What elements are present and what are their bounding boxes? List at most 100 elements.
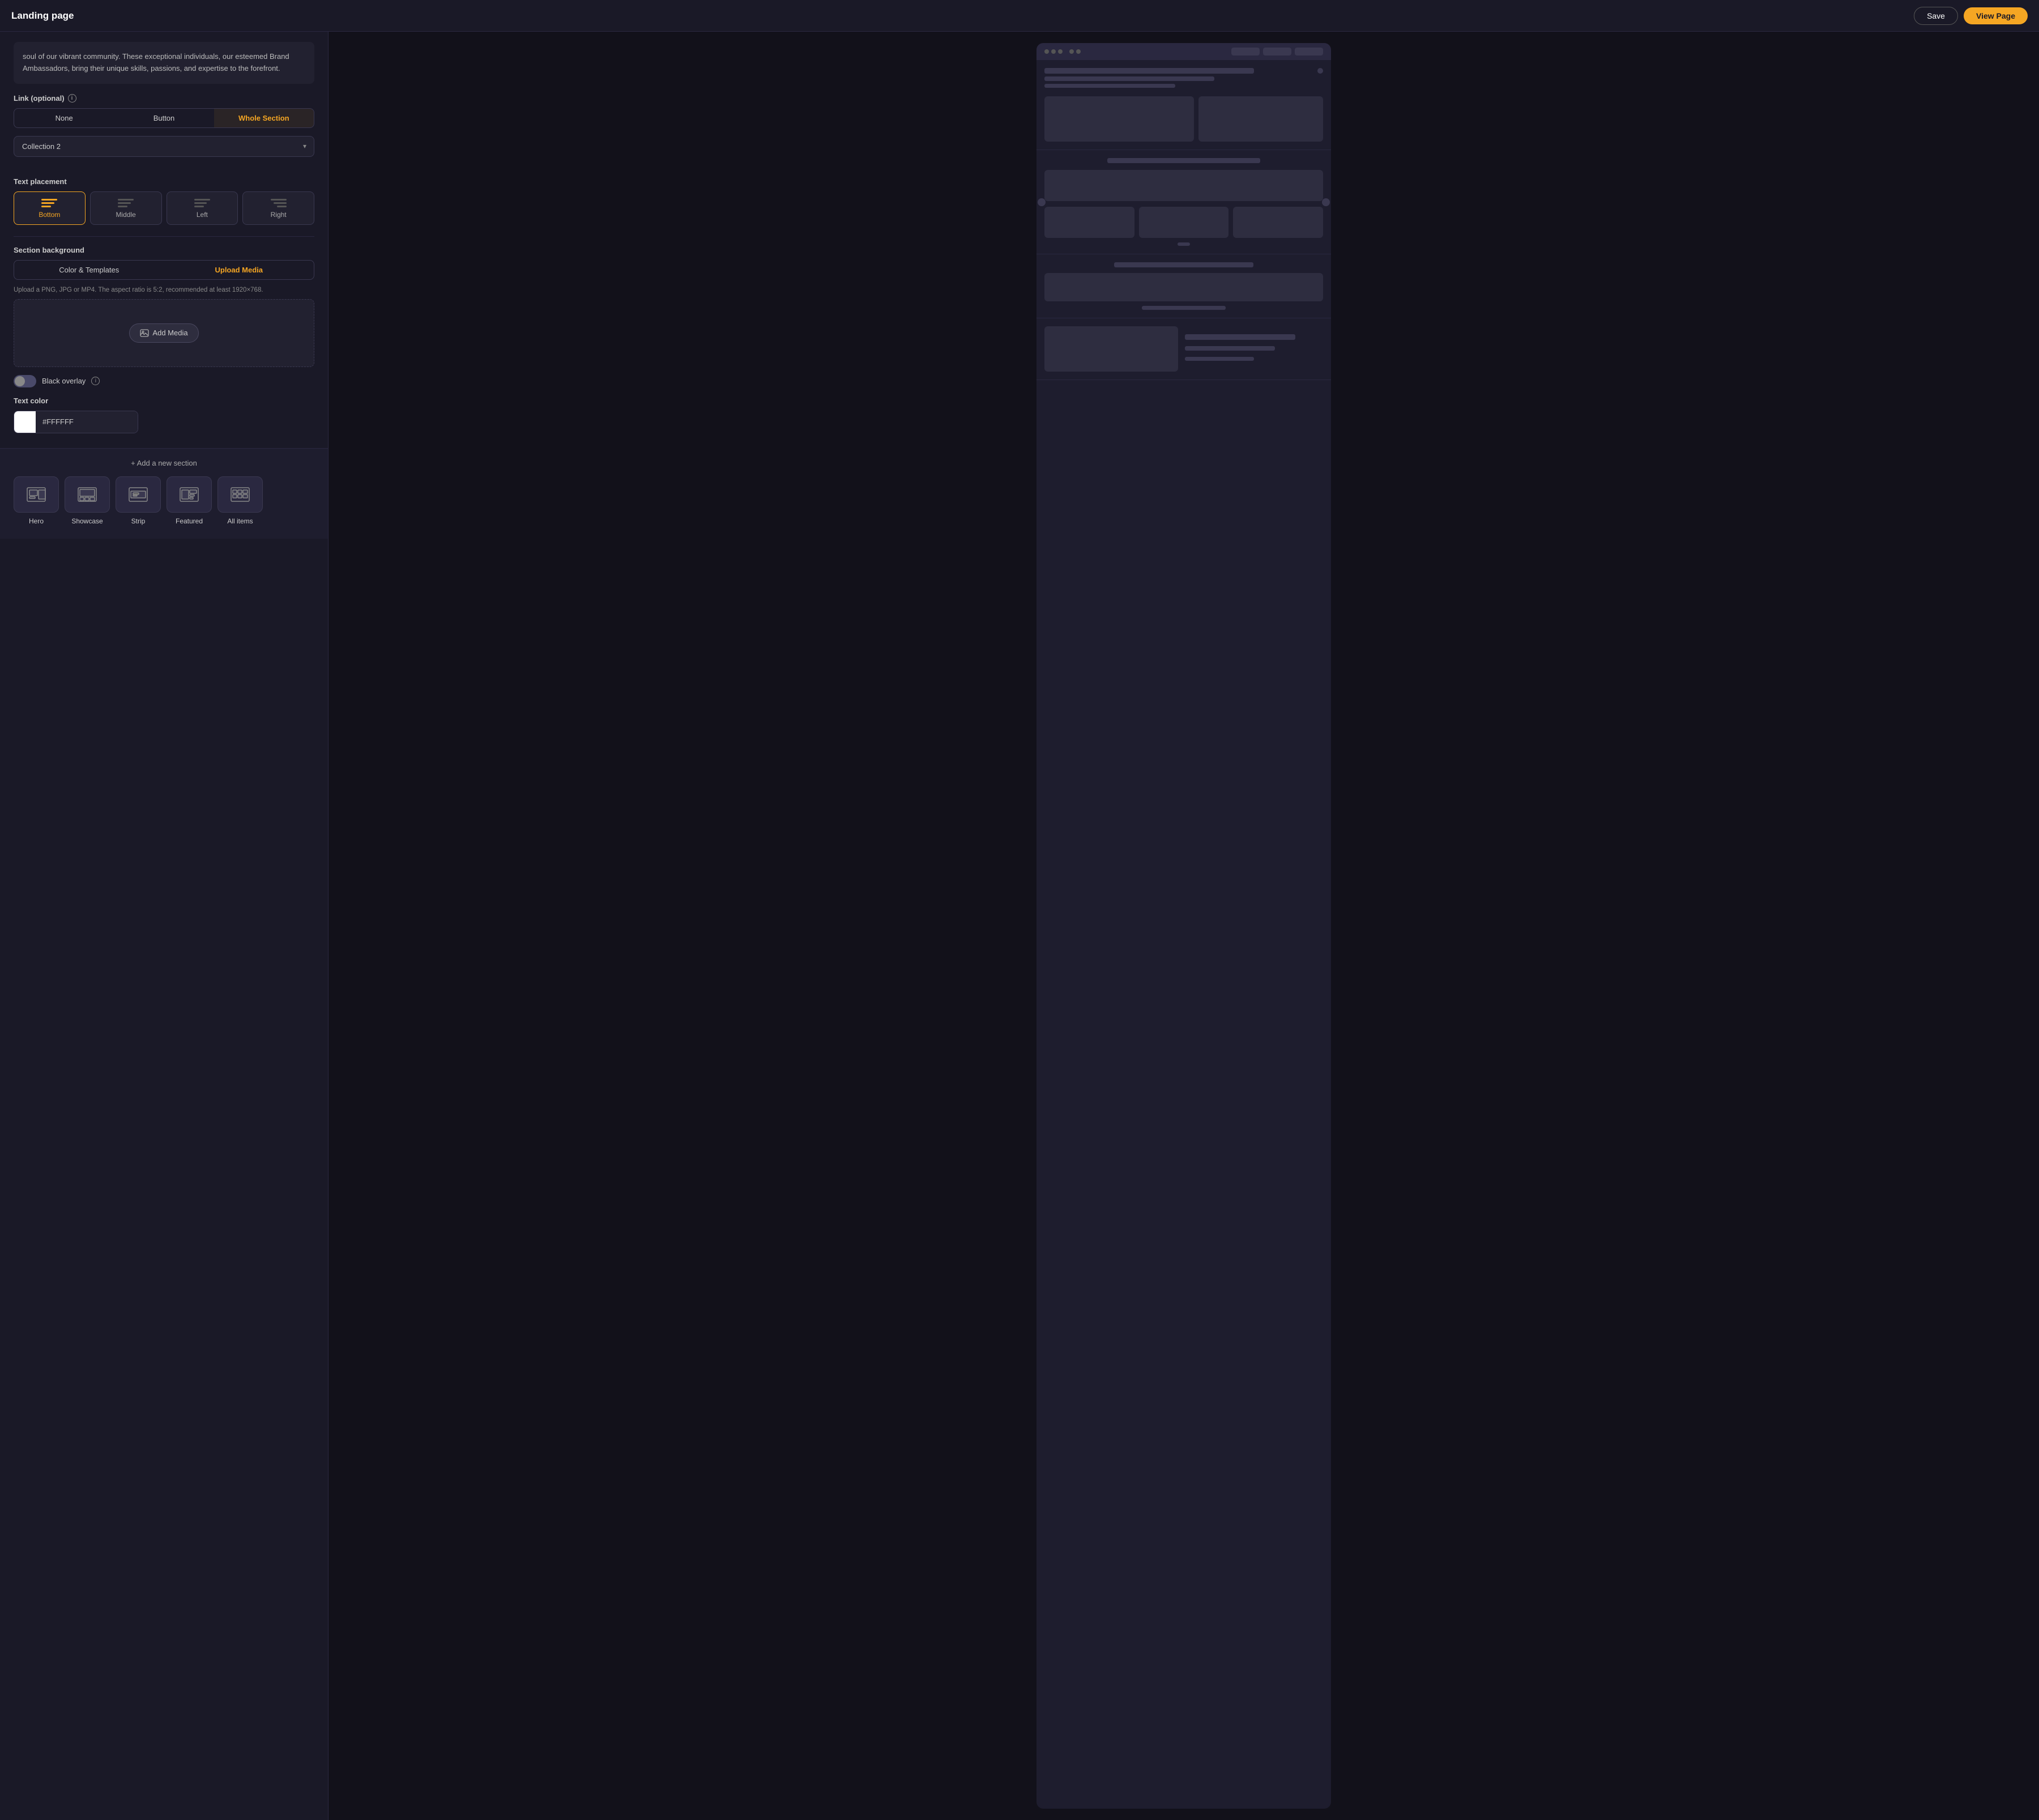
section-bg-label: Section background [14,246,314,254]
right-panel [329,32,2039,1820]
section-type-all-items[interactable]: All items [217,476,263,525]
all-items-label: All items [227,517,253,525]
link-section: Link (optional) i None Button Whole Sect… [0,94,328,177]
browser-dots [1044,49,1081,54]
collection-header-row [1044,68,1323,91]
all-items-icon-box [217,476,263,513]
single-title-line [1114,262,1253,267]
collection-dropdown-wrapper: Collection 1 Collection 2 Collection 3 ▾ [14,136,314,157]
black-overlay-toggle[interactable] [14,375,36,387]
preview-collection-section [1036,60,1331,150]
featured-title-line [1185,334,1295,340]
section-type-showcase[interactable]: Showcase [65,476,110,525]
preview-single-section [1036,254,1331,318]
browser-nav-btn-3 [1295,48,1323,56]
dot-1 [1044,49,1049,54]
link-label: Link (optional) i [14,94,314,103]
carousel-thumbnails [1044,207,1323,238]
main-layout: soul of our vibrant community. These exc… [0,32,2039,1820]
link-info-icon[interactable]: i [68,94,76,103]
image-icon [140,329,149,338]
collection-text-block [1044,68,1306,91]
dot-2 [1051,49,1056,54]
carousel-indicator-dots [1044,242,1323,246]
hero-label: Hero [29,517,44,525]
black-overlay-row: Black overlay i [14,375,314,387]
view-page-button[interactable]: View Page [1964,7,2028,24]
featured-detail-line [1185,357,1254,361]
section-bg-toggle: Color & Templates Upload Media [14,260,314,280]
carousel-thumb-3 [1233,207,1323,238]
placement-bottom[interactable]: Bottom [14,191,86,225]
link-toggle-group: None Button Whole Section [14,108,314,128]
bg-upload-media[interactable]: Upload Media [164,261,314,279]
carousel-next-button[interactable] [1322,198,1330,206]
dot-4 [1069,49,1074,54]
save-button[interactable]: Save [1914,7,1958,25]
color-swatch[interactable] [14,411,36,433]
collection-image-2 [1198,96,1323,142]
single-subtitle-line [1142,306,1226,310]
section-type-strip[interactable]: Strip [116,476,161,525]
all-items-icon [229,485,251,504]
add-section-container: + Add a new section Hero [0,448,328,539]
section-type-hero[interactable]: Hero [14,476,59,525]
preview-carousel-section [1036,150,1331,254]
link-option-whole-section[interactable]: Whole Section [214,109,314,127]
placement-right[interactable]: Right [242,191,314,225]
section-type-featured[interactable]: Featured [167,476,212,525]
placement-grid: Bottom Middle Left [14,191,314,225]
text-preview: soul of our vibrant community. These exc… [14,42,314,84]
collection-title-line [1044,68,1254,74]
collection-subtitle-line [1044,76,1214,81]
page-title: Landing page [11,10,74,22]
carousel-title-line [1107,158,1261,163]
carousel-prev-button[interactable] [1038,198,1046,206]
bg-color-templates[interactable]: Color & Templates [14,261,164,279]
carousel-thumb-2 [1139,207,1229,238]
upload-area[interactable]: Add Media [14,299,314,367]
color-field[interactable]: #FFFFFF [14,411,138,433]
section-divider [14,236,314,237]
dot-3 [1058,49,1063,54]
browser-nav-btn-2 [1263,48,1291,56]
left-placement-icon [194,199,210,207]
showcase-icon-box [65,476,110,513]
hero-icon [25,485,48,504]
featured-image [1044,326,1178,372]
showcase-icon [76,485,99,504]
header-actions: Save View Page [1914,7,2028,25]
collection-detail-line [1044,84,1175,88]
collection-dropdown[interactable]: Collection 1 Collection 2 Collection 3 [14,136,314,157]
add-section-title: + Add a new section [14,459,314,467]
preview-featured-section [1036,318,1331,380]
add-media-button[interactable]: Add Media [129,323,198,343]
black-overlay-info-icon[interactable]: i [91,377,100,385]
bottom-placement-icon [41,199,57,207]
featured-text-block [1185,326,1323,372]
preview-browser [1036,43,1331,1809]
carousel-dot-1 [1178,242,1190,246]
browser-nav-btn-1 [1231,48,1260,56]
link-option-none[interactable]: None [14,109,114,127]
collection-images [1044,96,1323,142]
text-placement-label: Text placement [14,177,314,186]
carousel-thumb-1 [1044,207,1134,238]
carousel-main-card [1044,170,1323,201]
strip-label: Strip [131,517,146,525]
single-card [1044,273,1323,301]
link-option-button[interactable]: Button [114,109,214,127]
strip-icon-box [116,476,161,513]
middle-placement-icon [118,199,134,207]
text-color-label: Text color [14,397,314,405]
switch-thumb [15,376,25,386]
browser-bar [1036,43,1331,60]
showcase-label: Showcase [71,517,103,525]
collection-image-1 [1044,96,1194,142]
featured-icon [178,485,201,504]
color-value: #FFFFFF [36,411,138,433]
placement-middle[interactable]: Middle [90,191,162,225]
text-preview-section: soul of our vibrant community. These exc… [0,32,328,94]
placement-left[interactable]: Left [167,191,238,225]
collection-dot [1317,68,1323,74]
